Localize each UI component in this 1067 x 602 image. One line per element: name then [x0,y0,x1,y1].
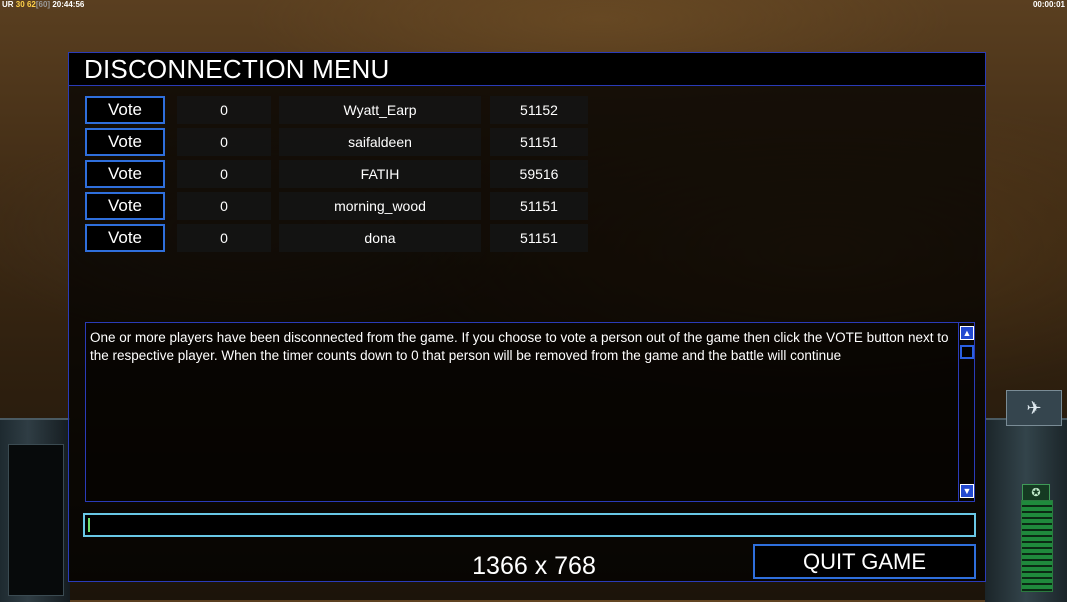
vote-button[interactable]: Vote [85,224,165,252]
game-sidebar-left [0,418,70,602]
player-timer: 59516 [490,160,588,188]
message-box: One or more players have been disconnect… [85,322,975,502]
dialog-title: DISCONNECTION MENU [84,54,390,84]
vote-button[interactable]: Vote [85,160,165,188]
player-name: morning_wood [279,192,481,220]
hud-prefix: UR [2,0,14,9]
scroll-thumb[interactable] [960,345,974,359]
chat-input[interactable] [83,513,976,537]
message-scrollbar[interactable]: ▲ ▼ [958,323,975,501]
player-name: Wyatt_Earp [279,96,481,124]
hud-clock: 20:44:56 [52,0,85,9]
vote-count: 0 [177,128,271,156]
disconnection-dialog: DISCONNECTION MENU Vote 0 Wyatt_Earp 511… [68,52,986,582]
triangle-down-icon[interactable]: ▼ [960,484,974,498]
game-timer: 00:00:01 [1032,0,1065,9]
triangle-up-icon[interactable]: ▲ [960,326,974,340]
vote-count: 0 [177,224,271,252]
player-name: saifaldeen [279,128,481,156]
hud-stats: UR 30 62[60] 20:44:56 [2,0,85,9]
quit-game-button[interactable]: QUIT GAME [753,544,976,579]
power-meter [1021,500,1053,592]
player-name: dona [279,224,481,252]
player-timer: 51152 [490,96,588,124]
hud-value-a: 30 [15,0,25,9]
vote-button[interactable]: Vote [85,96,165,124]
vote-count: 0 [177,192,271,220]
vote-button[interactable]: Vote [85,192,165,220]
player-timer: 51151 [490,128,588,156]
disconnection-message: One or more players have been disconnect… [90,330,949,363]
player-timer: 51151 [490,224,588,252]
vote-count: 0 [177,160,271,188]
player-timer: 51151 [490,192,588,220]
hud-value-b: 62 [26,0,36,9]
resolution-label: 1366 x 768 [472,552,596,580]
vote-button[interactable]: Vote [85,128,165,156]
player-name: FATIH [279,160,481,188]
text-caret [88,518,90,532]
satellite-icon: ✈ [1006,390,1062,426]
title-bar: DISCONNECTION MENU [69,53,985,86]
vote-count: 0 [177,96,271,124]
